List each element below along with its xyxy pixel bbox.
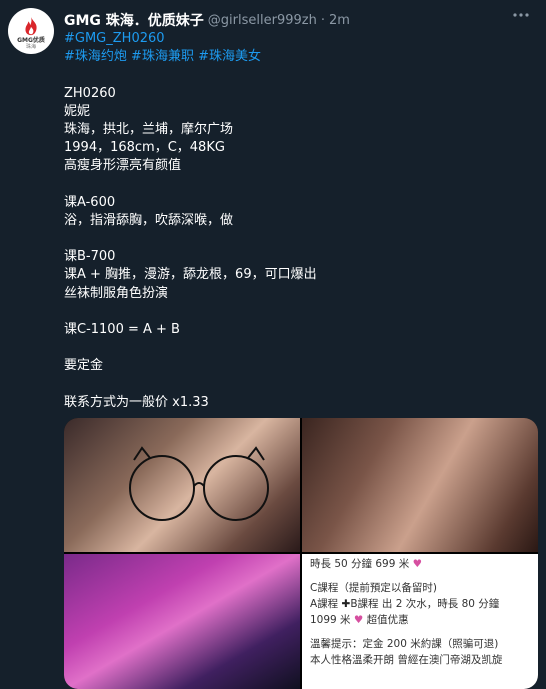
separator-dot: · [320, 12, 325, 28]
text-line: 妮妮 [64, 103, 91, 119]
text-line: 要定金 [64, 358, 104, 374]
text-line: 高瘦身形漂亮有颜值 [64, 158, 182, 174]
glasses-doodle-icon [129, 446, 269, 521]
text-line: 课B-700 [64, 249, 116, 265]
flame-logo-icon [25, 16, 37, 35]
more-dots-icon [513, 13, 529, 17]
hashtag-link[interactable]: #GMG_ZH0260 [64, 31, 165, 46]
text-line: 课A + 胸推，漫游，舔龙根，69，可口爆出 [64, 267, 317, 283]
photo-text-line: C課程（提前預定以备留时) [310, 582, 437, 594]
more-options-button[interactable] [510, 6, 532, 28]
avatar-brand-text: GMG优质 [17, 36, 45, 44]
tweet-timestamp[interactable]: 2m [329, 13, 350, 28]
author-handle[interactable]: @girlseller999zh [208, 13, 317, 28]
photo-text-line: B課程 出 2 次水，時長 80 分鐘 [350, 598, 500, 610]
media-grid: 時長 50 分鐘 699 米 ♥ C課程（提前預定以备留时) A課程 ✚B課程 … [64, 418, 538, 689]
tweet-text: #GMG_ZH0260 #珠海约炮 #珠海兼职 #珠海美女 ZH0260 妮妮 … [64, 30, 534, 412]
tweet-header: GMG 珠海．优质妹子 @girlseller999zh · 2m [64, 10, 506, 30]
purple-heart-icon: ♥ [353, 614, 364, 626]
text-line: 浴，指滑舔胸，吹舔深喉，做 [64, 212, 234, 228]
photo-text-line: 本人性格溫柔开朗 曾經在澳门帝湖及凯旋 [310, 654, 503, 666]
text-line: 联系方式为一般价 x1.33 [64, 394, 209, 410]
photo-4-text-card[interactable]: 時長 50 分鐘 699 米 ♥ C課程（提前預定以备留时) A課程 ✚B課程 … [302, 554, 538, 689]
text-line: 课C-1100 = A + B [64, 322, 180, 337]
avatar-sub-text: 珠海 [25, 43, 36, 50]
hashtag-link[interactable]: #珠海美女 [198, 49, 261, 64]
tweet-card[interactable]: GMG优质 珠海 GMG 珠海．优质妹子 @girlseller999zh · … [0, 0, 546, 689]
text-line: 课A-600 [64, 194, 116, 210]
text-line: ZH0260 [64, 85, 116, 101]
text-line: 丝袜制服角色扮演 [64, 285, 169, 301]
photo-text-line: 超值优惠 [366, 614, 409, 626]
photo-2[interactable] [302, 418, 538, 552]
text-line [64, 376, 534, 394]
photo-text-line: 1099 米 [310, 614, 351, 626]
avatar[interactable]: GMG优质 珠海 [8, 8, 54, 54]
photo-text-line: 時長 50 分鐘 699 米 [310, 558, 410, 570]
hashtag-link[interactable]: #珠海兼职 [131, 49, 194, 64]
text-line: 珠海，拱北，兰埔，摩尔广场 [64, 121, 234, 137]
photo-1[interactable] [64, 418, 300, 552]
purple-heart-icon: ♥ [412, 558, 423, 570]
text-line: 1994，168cm，C，48KG [64, 140, 225, 156]
hashtag-link[interactable]: #珠海约炮 [64, 49, 127, 64]
author-display-name[interactable]: GMG 珠海．优质妹子 [64, 10, 204, 30]
text-line [64, 303, 534, 321]
photo-text-line: 溫馨提示：定金 200 米約課（照骗可退) [310, 638, 499, 650]
text-line [64, 176, 534, 194]
photo-text-line: A課程 [310, 598, 339, 610]
photo-3[interactable] [64, 554, 300, 689]
text-line [64, 230, 534, 248]
text-line [64, 339, 534, 357]
